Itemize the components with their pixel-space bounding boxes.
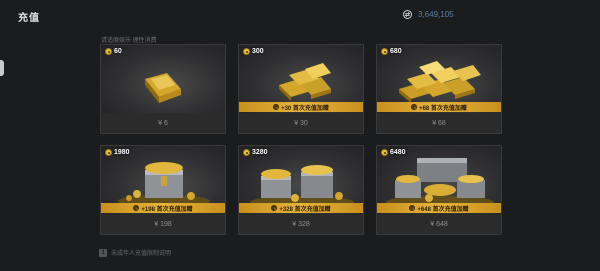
pack-price: ¥ 30 [239, 113, 363, 133]
gold-coin-icon [243, 149, 250, 156]
gold-coin-icon [381, 149, 388, 156]
pack-card-3280[interactable]: 3280 +328 首次充值加赠 ¥ 328 [238, 145, 364, 235]
pack-price: ¥ 648 [377, 214, 501, 234]
coin-icon [403, 10, 412, 19]
pack-price: ¥ 198 [101, 214, 225, 234]
gold-coin-icon [273, 104, 280, 110]
pack-card-1980[interactable]: 1980 +198 首次充值加赠 ¥ 198 [100, 145, 226, 235]
gold-coin-icon [271, 205, 278, 211]
pack-amount: 680 [381, 48, 402, 55]
balance-display: 3,649,105 [403, 10, 454, 19]
recharge-grid: 60 ¥ 6 300 +30 首次充值加赠 ¥ 30 680 +68 首次充值加… [100, 44, 502, 235]
pack-amount: 6480 [381, 149, 406, 156]
pack-amount: 300 [243, 48, 264, 55]
gold-coin-icon [409, 205, 416, 211]
first-recharge-bonus: +198 首次充值加赠 [101, 203, 225, 213]
minor-recharge-link[interactable]: 未成年人充值限制说明 [111, 248, 171, 257]
pack-card-300[interactable]: 300 +30 首次充值加赠 ¥ 30 [238, 44, 364, 134]
gold-coin-icon [105, 48, 112, 55]
page-title: 充值 [18, 13, 40, 24]
first-recharge-bonus: +328 首次充值加赠 [239, 203, 363, 213]
moderation-notice: 请适度娱乐 理性消费 [101, 38, 157, 44]
gold-coin-icon [381, 48, 388, 55]
first-recharge-bonus: +30 首次充值加赠 [239, 102, 363, 112]
gold-coin-icon [243, 48, 250, 55]
minor-recharge-notice[interactable]: 1 未成年人充值限制说明 [99, 248, 171, 257]
gold-bar-art [101, 45, 225, 117]
pack-price: ¥ 328 [239, 214, 363, 234]
pack-amount: 60 [105, 48, 122, 55]
gold-coin-icon [105, 149, 112, 156]
pack-price: ¥ 6 [101, 113, 225, 133]
pack-amount: 3280 [243, 149, 268, 156]
first-recharge-bonus: +68 首次充值加赠 [377, 102, 501, 112]
pack-card-6480[interactable]: 6480 +648 首次充值加赠 ¥ 648 [376, 145, 502, 235]
pack-price: ¥ 68 [377, 113, 501, 133]
info-icon: 1 [99, 248, 107, 257]
gold-coin-icon [133, 205, 140, 211]
first-recharge-bonus: +648 首次充值加赠 [377, 203, 501, 213]
pack-amount: 1980 [105, 149, 130, 156]
balance-value: 3,649,105 [418, 10, 454, 19]
gold-coin-icon [411, 104, 418, 110]
pack-card-680[interactable]: 680 +68 首次充值加赠 ¥ 68 [376, 44, 502, 134]
pack-card-60[interactable]: 60 ¥ 6 [100, 44, 226, 134]
side-panel-tab[interactable] [0, 60, 4, 76]
